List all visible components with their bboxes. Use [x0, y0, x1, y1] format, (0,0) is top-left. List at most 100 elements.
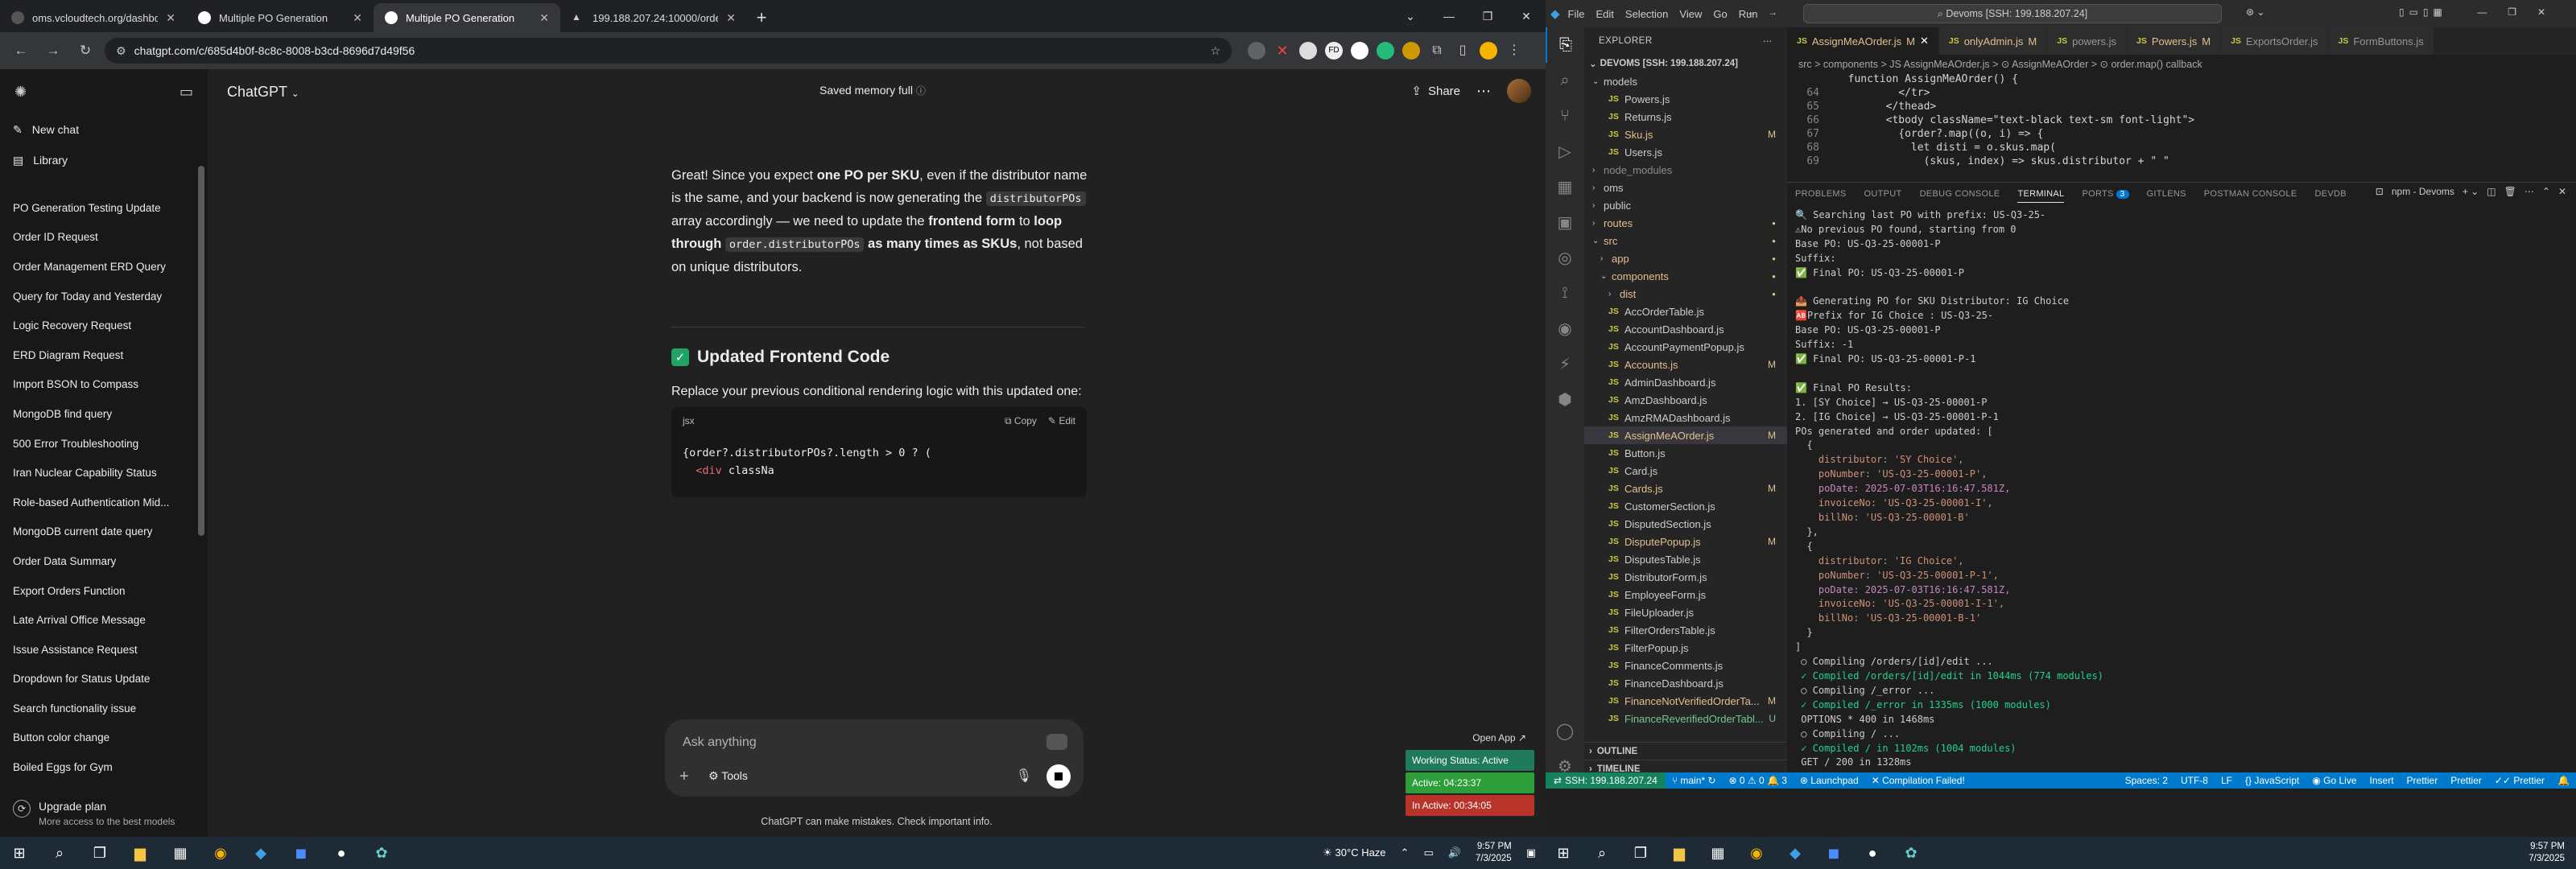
add-terminal-icon[interactable]: + ⌄ — [2462, 186, 2479, 197]
nav-forward-icon[interactable]: → — [1768, 6, 1777, 18]
vscode-icon[interactable]: ◆ — [251, 843, 270, 863]
start-windows-icon[interactable]: ⊞ — [10, 843, 29, 863]
close-panel-icon[interactable]: ✕ — [2558, 186, 2566, 197]
user-avatar[interactable] — [1507, 79, 1531, 103]
git-branch[interactable]: ⑂ main* ↻ — [1666, 775, 1723, 786]
extension-icon[interactable]: FD — [1325, 42, 1343, 60]
edit-code-button[interactable]: ✎ Edit — [1048, 415, 1075, 427]
app-icon[interactable]: ✿ — [372, 843, 391, 863]
library-button[interactable]: ▤ Library — [0, 145, 208, 175]
vscode-icon[interactable]: ◆ — [1785, 843, 1805, 863]
tree-file[interactable]: JS Users.js — [1584, 143, 1787, 161]
notifications-icon[interactable]: ▣ — [1526, 846, 1536, 859]
tree-file[interactable]: JS Powers.js — [1584, 90, 1787, 108]
chat-history-item[interactable]: Import BSON to Compass — [0, 370, 208, 400]
volume-icon[interactable]: 🔊 — [1448, 846, 1461, 859]
editor-tab[interactable]: JS powers.js — [2047, 27, 2128, 55]
app-icon[interactable]: ✿ — [1901, 843, 1921, 863]
tree-folder[interactable]: ⌄ models — [1584, 72, 1787, 90]
tree-file[interactable]: JS Returns.js — [1584, 108, 1787, 126]
store-icon[interactable]: ▦ — [171, 843, 190, 863]
attach-icon[interactable]: + — [679, 768, 689, 786]
panel-tab-debug-console[interactable]: DEBUG CONSOLE — [1920, 189, 2000, 199]
extensions-puzzle-icon[interactable]: ⧉ — [1428, 42, 1446, 60]
browser-tab-multiple-po-1[interactable]: Multiple PO Generation ✕ — [187, 3, 374, 32]
tree-file[interactable]: JS AdminDashboard.js — [1584, 373, 1787, 391]
chat-history-item[interactable]: ERD Diagram Request — [0, 340, 208, 370]
close-tab-icon[interactable]: ✕ — [726, 11, 736, 25]
editor-tab[interactable]: JS Powers.js M — [2127, 27, 2222, 55]
tree-file[interactable]: JS Card.js — [1584, 462, 1787, 480]
extension-icon[interactable]: ✕ — [1274, 42, 1291, 60]
microphone-icon[interactable]: 🎙 — [1016, 768, 1032, 784]
editor-tab[interactable]: JS FormButtons.js — [2328, 27, 2434, 55]
store-icon[interactable]: ▦ — [1708, 843, 1728, 863]
editor-tab[interactable]: JS ExportsOrder.js — [2221, 27, 2329, 55]
terminal-output[interactable]: 🔍 Searching last PO with prefix: US-Q3-2… — [1787, 205, 2576, 773]
source-control-icon[interactable]: ⑂ — [1546, 98, 1584, 134]
minimize-icon[interactable]: — — [1430, 0, 1468, 32]
git-graph-icon[interactable]: ⟟ — [1546, 275, 1584, 311]
tree-file[interactable]: JS FinanceNotVerifiedOrderTa... M — [1584, 692, 1787, 710]
tree-file[interactable]: JS Button.js — [1584, 444, 1787, 462]
chat-history-item[interactable]: Button color change — [0, 723, 208, 753]
command-center[interactable]: ⌕ Devoms [SSH: 199.188.207.24] — [1803, 4, 2222, 23]
file-explorer-icon[interactable]: ▆ — [1670, 843, 1689, 863]
network-icon[interactable]: ▭ — [1423, 846, 1433, 859]
chat-history-item[interactable]: Issue Assistance Request — [0, 635, 208, 665]
send-button[interactable] — [1046, 764, 1071, 789]
panel-tab-ports[interactable]: PORTS 3 — [2082, 189, 2129, 199]
new-tab-button[interactable]: + — [747, 3, 776, 32]
layout-icons[interactable]: ▯▭▯▦ — [2399, 6, 2447, 18]
eol[interactable]: LF — [2215, 775, 2239, 786]
file-explorer-icon[interactable]: ▆ — [130, 843, 150, 863]
zoom-icon[interactable]: ◼ — [291, 843, 311, 863]
tree-file[interactable]: JS AmzRMADashboard.js — [1584, 409, 1787, 426]
search-icon[interactable]: ⌕ — [1546, 63, 1584, 98]
extension-icon[interactable] — [1402, 42, 1420, 60]
encoding[interactable]: UTF-8 — [2174, 775, 2215, 786]
chat-history-item[interactable]: PO Generation Testing Update — [0, 193, 208, 223]
maximize-panel-icon[interactable]: ⌃ — [2542, 186, 2550, 197]
chat-history-item[interactable]: MongoDB find query — [0, 399, 208, 429]
chrome-icon[interactable]: ◉ — [1747, 843, 1766, 863]
reload-icon[interactable]: ↻ — [72, 38, 98, 64]
chat-history-item[interactable]: Search functionality issue — [0, 694, 208, 723]
app-icon[interactable]: ● — [1863, 843, 1882, 863]
menu-item-selection[interactable]: Selection — [1625, 8, 1668, 20]
chat-history-item[interactable]: MongoDB current date query — [0, 517, 208, 547]
tree-folder[interactable]: ⌄ components ● — [1584, 267, 1787, 285]
tree-file[interactable]: JS AccOrderTable.js — [1584, 303, 1787, 320]
zoom-icon[interactable]: ◼ — [1824, 843, 1843, 863]
tree-file[interactable]: JS EmployeeForm.js — [1584, 586, 1787, 603]
browser-tab-oms-dashboard[interactable]: oms.vcloudtech.org/dashboard ✕ — [0, 3, 187, 32]
split-terminal-icon[interactable]: ◫ — [2487, 186, 2496, 197]
tree-file[interactable]: JS Sku.js M — [1584, 126, 1787, 143]
weather-widget[interactable]: ☀ 30°C Haze — [1323, 846, 1385, 859]
tree-folder[interactable]: ⌄ src ● — [1584, 232, 1787, 249]
compile-status[interactable]: ✕ Compilation Failed! — [1865, 775, 1971, 786]
explorer-icon[interactable]: ⎘ — [1546, 27, 1584, 63]
chat-history-item[interactable]: 500 Error Troubleshooting — [0, 429, 208, 459]
chat-history-item[interactable]: Order Data Summary — [0, 546, 208, 576]
tree-folder[interactable]: › routes ● — [1584, 214, 1787, 232]
editor-tab[interactable]: JS onlyAdmin.js M — [1938, 27, 2048, 55]
tree-file[interactable]: JS DistributorForm.js — [1584, 568, 1787, 586]
tree-file[interactable]: JS AccountDashboard.js — [1584, 320, 1787, 338]
tray-chevron-icon[interactable]: ⌃ — [1401, 846, 1410, 859]
menu-item-edit[interactable]: Edit — [1596, 8, 1614, 20]
tree-folder[interactable]: › dist ● — [1584, 285, 1787, 303]
task-view-icon[interactable]: ❐ — [1631, 843, 1650, 863]
prettier-status[interactable]: Prettier — [2444, 775, 2488, 786]
extension-icon[interactable] — [1299, 42, 1317, 60]
extension-icon[interactable] — [1351, 42, 1368, 60]
chat-history-item[interactable]: Logic Recovery Request — [0, 311, 208, 340]
panel-tab-problems[interactable]: PROBLEMS — [1795, 189, 1847, 199]
search-icon[interactable]: ⌕ — [50, 843, 69, 863]
chat-history-item[interactable]: Order Management ERD Query — [0, 252, 208, 282]
close-tab-icon[interactable]: ✕ — [166, 11, 175, 25]
tree-file[interactable]: JS AssignMeAOrder.js M — [1584, 426, 1787, 444]
chat-history-item[interactable]: Late Arrival Office Message — [0, 605, 208, 635]
close-window-icon[interactable]: ✕ — [1507, 0, 1546, 32]
minimap[interactable] — [2508, 72, 2565, 163]
